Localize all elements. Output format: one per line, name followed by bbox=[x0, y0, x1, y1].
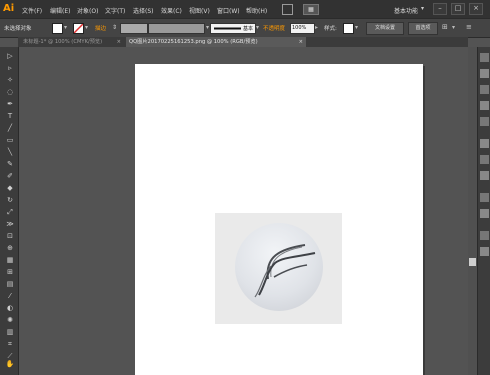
menu-window[interactable]: 窗口(W) bbox=[217, 6, 240, 15]
variable-width-profile[interactable] bbox=[148, 23, 205, 34]
menu-object[interactable]: 对象(O) bbox=[77, 6, 98, 15]
tool-list: ▷ ▹ ✧ ◌ ✒ T ╱ ▭ ╲ ✎ ✐ ◆ ↻ ⤢ ≫ ⊡ ⊕ ▦ ⊞ ▤ … bbox=[4, 50, 16, 362]
direct-select-icon[interactable]: ▹ bbox=[4, 62, 16, 74]
selection-status: 未选择对象 bbox=[4, 26, 32, 32]
stroke-weight-field[interactable] bbox=[120, 23, 148, 34]
fill-dropdown-icon[interactable]: ▾ bbox=[64, 24, 67, 31]
color-guide-icon[interactable] bbox=[480, 69, 489, 78]
stroke-swatch[interactable] bbox=[73, 23, 84, 34]
brushes-icon[interactable] bbox=[480, 101, 489, 110]
rotate-icon[interactable]: ↻ bbox=[4, 194, 16, 206]
opacity-label[interactable]: 不透明度 bbox=[263, 24, 285, 32]
preferences-button[interactable]: 首选项 bbox=[408, 22, 438, 35]
appearance-icon[interactable] bbox=[480, 193, 489, 202]
transparency-icon[interactable] bbox=[480, 171, 489, 180]
scale-icon[interactable]: ⤢ bbox=[4, 206, 16, 218]
stroke-panel-icon[interactable] bbox=[480, 139, 489, 148]
shape-builder-icon[interactable]: ⊕ bbox=[4, 242, 16, 254]
tab-close-icon[interactable]: × bbox=[117, 37, 121, 47]
free-transform-icon[interactable]: ⊡ bbox=[4, 230, 16, 242]
tab-close-icon[interactable]: × bbox=[299, 37, 303, 47]
opacity-dropdown-icon[interactable]: ▸ bbox=[315, 24, 318, 31]
menu-type[interactable]: 文字(T) bbox=[105, 6, 125, 15]
app-logo: Ai bbox=[3, 3, 15, 14]
f-logo-mark bbox=[254, 244, 316, 298]
menu-select[interactable]: 选择(S) bbox=[133, 6, 154, 15]
width-tool-icon[interactable]: ≫ bbox=[4, 218, 16, 230]
brush-label: 基本 bbox=[242, 26, 253, 32]
rectangle-tool-icon[interactable]: ▭ bbox=[4, 134, 16, 146]
symbol-sprayer-icon[interactable]: ✺ bbox=[4, 314, 16, 326]
tab-qq-image[interactable]: QQ图片20170225161253.png @ 100% (RGB/预览) × bbox=[126, 37, 306, 47]
opacity-field[interactable]: 100% bbox=[290, 23, 315, 34]
tab-label: 未标题-1* @ 100% (CMYK/预览) bbox=[23, 39, 103, 45]
menu-effect[interactable]: 效果(C) bbox=[161, 6, 182, 15]
graphic-style-swatch[interactable] bbox=[343, 23, 354, 34]
menu-bar: Ai 文件(F) 编辑(E) 对象(O) 文字(T) 选择(S) 效果(C) 视… bbox=[0, 0, 490, 18]
minimize-icon[interactable]: – bbox=[433, 3, 447, 15]
blob-brush-icon[interactable]: ✐ bbox=[4, 170, 16, 182]
menu-file[interactable]: 文件(F) bbox=[22, 6, 42, 15]
align-dropdown-icon[interactable]: ▾ bbox=[452, 24, 455, 31]
menu-view[interactable]: 视图(V) bbox=[189, 6, 210, 15]
artboards-panel-icon[interactable] bbox=[480, 247, 489, 256]
chevron-down-icon[interactable]: ▾ bbox=[421, 5, 424, 12]
graphic-styles-icon[interactable] bbox=[480, 209, 489, 218]
perspective-grid-icon[interactable]: ▦ bbox=[4, 254, 16, 266]
blend-icon[interactable]: ◐ bbox=[4, 302, 16, 314]
artboard-tool-icon[interactable]: ⌗ bbox=[4, 338, 16, 350]
close-icon[interactable]: × bbox=[469, 3, 483, 15]
hand-tool-icon[interactable]: ✋ bbox=[4, 358, 16, 370]
menu-edit[interactable]: 编辑(E) bbox=[50, 6, 70, 15]
brush-definition[interactable]: 基本 bbox=[210, 23, 256, 34]
restore-icon[interactable]: □ bbox=[451, 3, 465, 15]
symbols-icon[interactable] bbox=[480, 117, 489, 126]
tab-untitled-1[interactable]: 未标题-1* @ 100% (CMYK/预览) × bbox=[20, 37, 124, 47]
menu-help[interactable]: 帮助(H) bbox=[246, 6, 267, 15]
stroke-label[interactable]: 描边 bbox=[95, 24, 106, 32]
document-setup-button[interactable]: 文档设置 bbox=[366, 22, 404, 35]
type-tool-icon[interactable]: T bbox=[4, 110, 16, 122]
style-dropdown-icon[interactable]: ▾ bbox=[355, 24, 358, 31]
lasso-icon[interactable]: ◌ bbox=[4, 86, 16, 98]
tab-label: QQ图片20170225161253.png @ 100% (RGB/预览) bbox=[129, 39, 258, 45]
align-options-icon[interactable]: ⊞ bbox=[442, 23, 448, 31]
mesh-icon[interactable]: ⊞ bbox=[4, 266, 16, 278]
scrollbar-thumb[interactable] bbox=[469, 258, 476, 266]
document-tabs: 未标题-1* @ 100% (CMYK/预览) × QQ图片2017022516… bbox=[18, 37, 468, 47]
eyedropper-icon[interactable]: ⁄ bbox=[4, 290, 16, 302]
control-bar: 未选择对象 ▾ ▾ 描边 ⇕ ▾ 基本 ▾ 不透明度 100% ▸ 样式: ▾ … bbox=[0, 18, 490, 38]
gradient-panel-icon[interactable] bbox=[480, 155, 489, 164]
color-panel-icon[interactable] bbox=[480, 53, 489, 62]
gradient-icon[interactable]: ▤ bbox=[4, 278, 16, 290]
bridge-icon[interactable] bbox=[282, 4, 293, 15]
selection-tool-icon[interactable]: ▷ bbox=[4, 50, 16, 62]
paintbrush-icon[interactable]: ╲ bbox=[4, 146, 16, 158]
vertical-scrollbar[interactable] bbox=[468, 47, 477, 375]
layers-icon[interactable] bbox=[480, 231, 489, 240]
swatches-icon[interactable] bbox=[480, 85, 489, 94]
pen-tool-icon[interactable]: ✒ bbox=[4, 98, 16, 110]
column-graph-icon[interactable]: ▥ bbox=[4, 326, 16, 338]
panel-dock bbox=[477, 47, 490, 375]
workspace-switcher[interactable]: 基本功能 bbox=[394, 6, 418, 15]
brush-dropdown-icon[interactable]: ▾ bbox=[256, 24, 259, 31]
line-tool-icon[interactable]: ╱ bbox=[4, 122, 16, 134]
magic-wand-icon[interactable]: ✧ bbox=[4, 74, 16, 86]
stroke-dropdown-icon[interactable]: ▾ bbox=[85, 24, 88, 31]
fill-swatch[interactable] bbox=[52, 23, 63, 34]
panel-menu-icon[interactable]: ≡ bbox=[466, 23, 472, 31]
pencil-icon[interactable]: ✎ bbox=[4, 158, 16, 170]
stroke-weight-stepper[interactable]: ⇕ bbox=[112, 24, 117, 31]
style-label: 样式: bbox=[324, 26, 337, 32]
eraser-icon[interactable]: ◆ bbox=[4, 182, 16, 194]
arrange-documents-icon[interactable]: ▦ bbox=[303, 4, 319, 15]
profile-dropdown-icon[interactable]: ▾ bbox=[206, 24, 209, 31]
